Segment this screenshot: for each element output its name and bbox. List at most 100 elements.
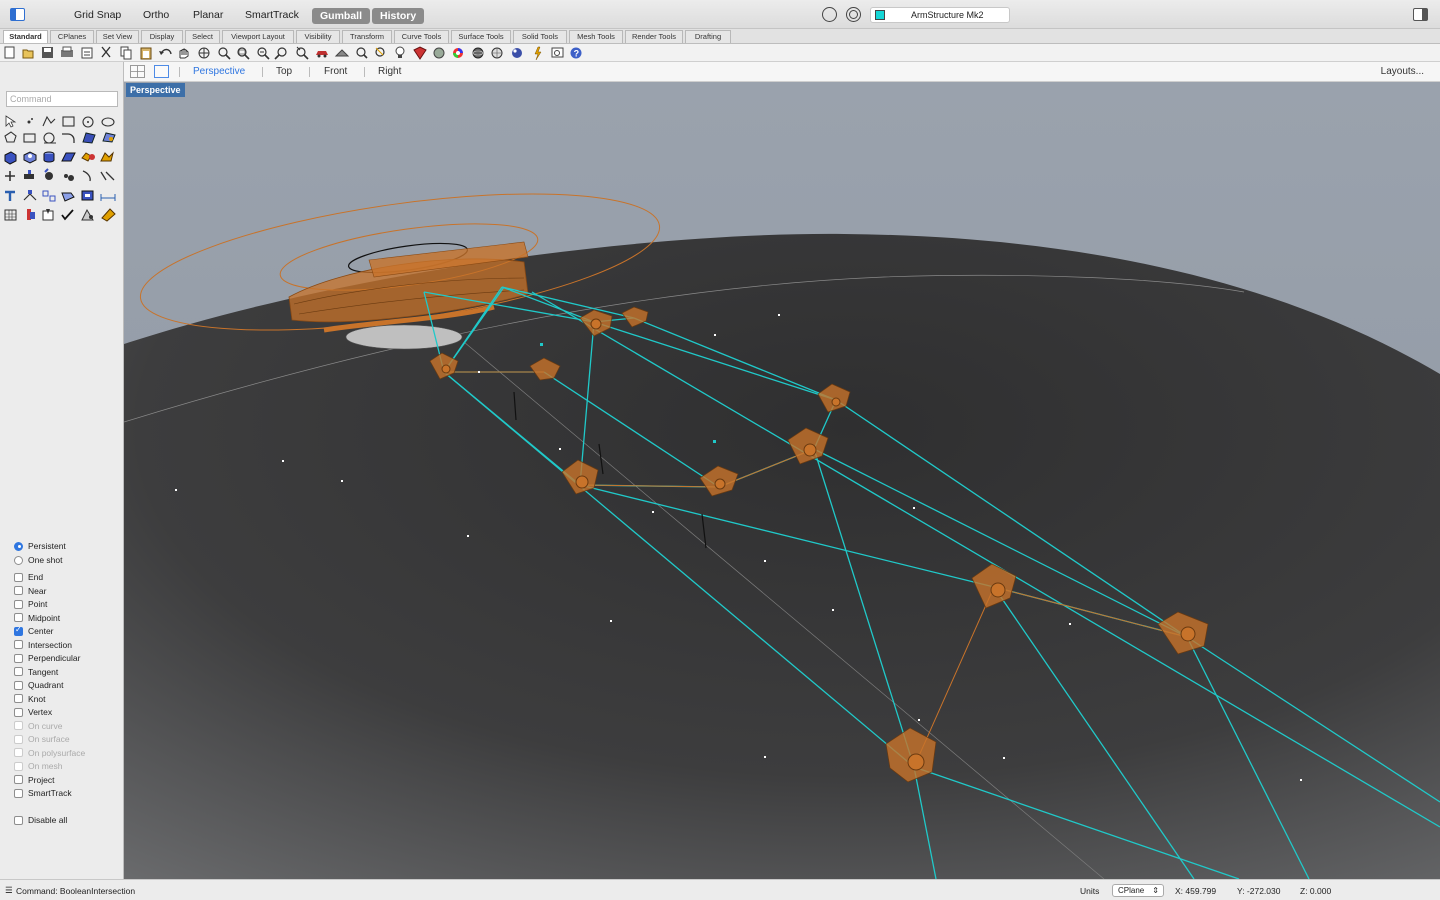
perspective-viewport[interactable]: Perspective (124, 82, 1440, 879)
rotate-view-icon[interactable] (198, 47, 210, 59)
osnap-near[interactable]: Near (14, 585, 46, 597)
light-icon[interactable] (395, 46, 405, 58)
current-layer-selector[interactable]: ArmStructure Mk2 (870, 7, 1010, 23)
oneshot-radio[interactable] (14, 555, 23, 565)
osnap-center[interactable]: Center (14, 625, 54, 637)
tab-surface-tools[interactable]: Surface Tools (451, 30, 511, 43)
group-icon[interactable] (81, 190, 94, 201)
search-objects-icon[interactable] (356, 47, 368, 59)
mode-gumball[interactable]: Gumball (312, 8, 371, 24)
tab-set-view[interactable]: Set View (96, 30, 139, 43)
viewport-tab-right[interactable]: Right (378, 66, 401, 77)
material-icon[interactable] (413, 46, 427, 60)
color-wheel-icon[interactable] (453, 48, 463, 58)
paste-icon[interactable] (140, 47, 152, 60)
right-sidebar-toggle-icon[interactable] (1413, 8, 1428, 21)
rectangle-icon[interactable] (62, 116, 75, 127)
undo-icon[interactable] (159, 48, 172, 56)
render-icon[interactable] (433, 47, 445, 59)
tab-drafting[interactable]: Drafting (685, 30, 731, 43)
mode-ortho[interactable]: Ortho (143, 9, 169, 21)
rendered-ball-icon[interactable] (512, 48, 522, 58)
midpoint-checkbox[interactable] (14, 613, 23, 622)
zoom-window-icon[interactable] (237, 47, 250, 60)
layouts-button[interactable]: Layouts... (1381, 66, 1424, 77)
osnap-intersection[interactable]: Intersection (14, 639, 72, 651)
join-icon[interactable] (5, 190, 15, 201)
viewport-label[interactable]: Perspective (126, 83, 185, 97)
project-checkbox[interactable] (14, 775, 23, 784)
checkmark-icon[interactable] (61, 209, 74, 221)
osnap-tangent[interactable]: Tangent (14, 666, 58, 678)
osnap-disable-all[interactable]: Disable all (14, 814, 67, 826)
open-file-icon[interactable] (22, 49, 34, 59)
left-sidebar-toggle-icon[interactable] (10, 8, 25, 21)
sphere-icon[interactable] (472, 47, 484, 59)
explode-icon[interactable] (23, 190, 37, 201)
sweep-icon[interactable] (61, 152, 76, 162)
mode-smarttrack[interactable]: SmartTrack (245, 9, 299, 21)
single-viewport-icon[interactable] (154, 65, 169, 78)
knot-checkbox[interactable] (14, 694, 23, 703)
tab-render-tools[interactable]: Render Tools (625, 30, 683, 43)
zoom-extents-icon[interactable] (274, 47, 287, 60)
osnap-perpendicular[interactable]: Perpendicular (14, 652, 80, 664)
mode-planar[interactable]: Planar (193, 9, 223, 21)
plane-icon[interactable] (23, 133, 36, 143)
zoom-dynamic-icon[interactable] (218, 47, 231, 60)
save-icon[interactable] (42, 47, 53, 58)
ellipse-icon[interactable] (101, 117, 115, 127)
osnap-persistent[interactable]: Persistent (14, 540, 66, 552)
tab-display[interactable]: Display (141, 30, 183, 43)
intersection-checkbox[interactable] (14, 640, 23, 649)
mesh-sphere-icon[interactable] (491, 47, 503, 59)
target-icon[interactable] (846, 7, 861, 22)
print-icon[interactable] (61, 46, 73, 57)
osnap-end[interactable]: End (14, 571, 43, 583)
viewport-tab-front[interactable]: Front (324, 66, 347, 77)
osnap-midpoint[interactable]: Midpoint (14, 612, 60, 624)
quadrant-checkbox[interactable] (14, 680, 23, 690)
select-arrow-icon[interactable] (5, 115, 17, 128)
osnap-oneshot[interactable]: One shot (14, 554, 63, 566)
tab-solid-tools[interactable]: Solid Tools (513, 30, 567, 43)
render-preview-icon[interactable] (334, 49, 350, 57)
fillet-icon[interactable] (62, 133, 75, 143)
circle-icon[interactable] (82, 116, 94, 128)
move-icon[interactable] (5, 171, 15, 181)
tab-transform[interactable]: Transform (342, 30, 392, 43)
properties-panel-icon[interactable] (42, 209, 54, 221)
circle-tangent-icon[interactable] (43, 132, 56, 144)
select-icon[interactable] (375, 47, 385, 57)
surface-icon[interactable] (82, 132, 96, 144)
units-label[interactable]: Units (1080, 886, 1099, 896)
array-icon[interactable] (100, 171, 115, 181)
tab-standard[interactable]: Standard (3, 30, 48, 43)
car-view-icon[interactable] (316, 51, 328, 58)
point-icon[interactable] (27, 118, 34, 124)
pan-icon[interactable] (179, 48, 189, 59)
properties-icon[interactable] (81, 47, 93, 59)
osnap-point[interactable]: Point (14, 598, 47, 610)
cut-icon[interactable] (101, 46, 111, 58)
viewport-tab-perspective[interactable]: Perspective (193, 66, 245, 77)
split-icon[interactable] (61, 192, 75, 202)
help-icon[interactable]: ? (570, 47, 582, 59)
analyze-icon[interactable] (81, 208, 94, 221)
near-checkbox[interactable] (14, 586, 23, 595)
vertex-checkbox[interactable] (14, 707, 23, 717)
point-checkbox[interactable] (14, 599, 23, 609)
new-file-icon[interactable] (4, 46, 15, 59)
persistent-radio[interactable] (14, 541, 23, 551)
polygon-icon[interactable] (4, 131, 17, 143)
trim-icon[interactable] (42, 190, 56, 202)
smarttrack-checkbox[interactable] (14, 788, 23, 798)
osnap-project[interactable]: Project (14, 774, 54, 786)
viewport-tab-top[interactable]: Top (276, 66, 292, 77)
end-checkbox[interactable] (14, 572, 23, 582)
osnap-knot[interactable]: Knot (14, 693, 46, 705)
scale-object-icon[interactable] (64, 174, 74, 181)
boolean-union-icon[interactable] (81, 152, 95, 162)
paint-icon[interactable] (101, 208, 116, 222)
tab-curve-tools[interactable]: Curve Tools (394, 30, 449, 43)
